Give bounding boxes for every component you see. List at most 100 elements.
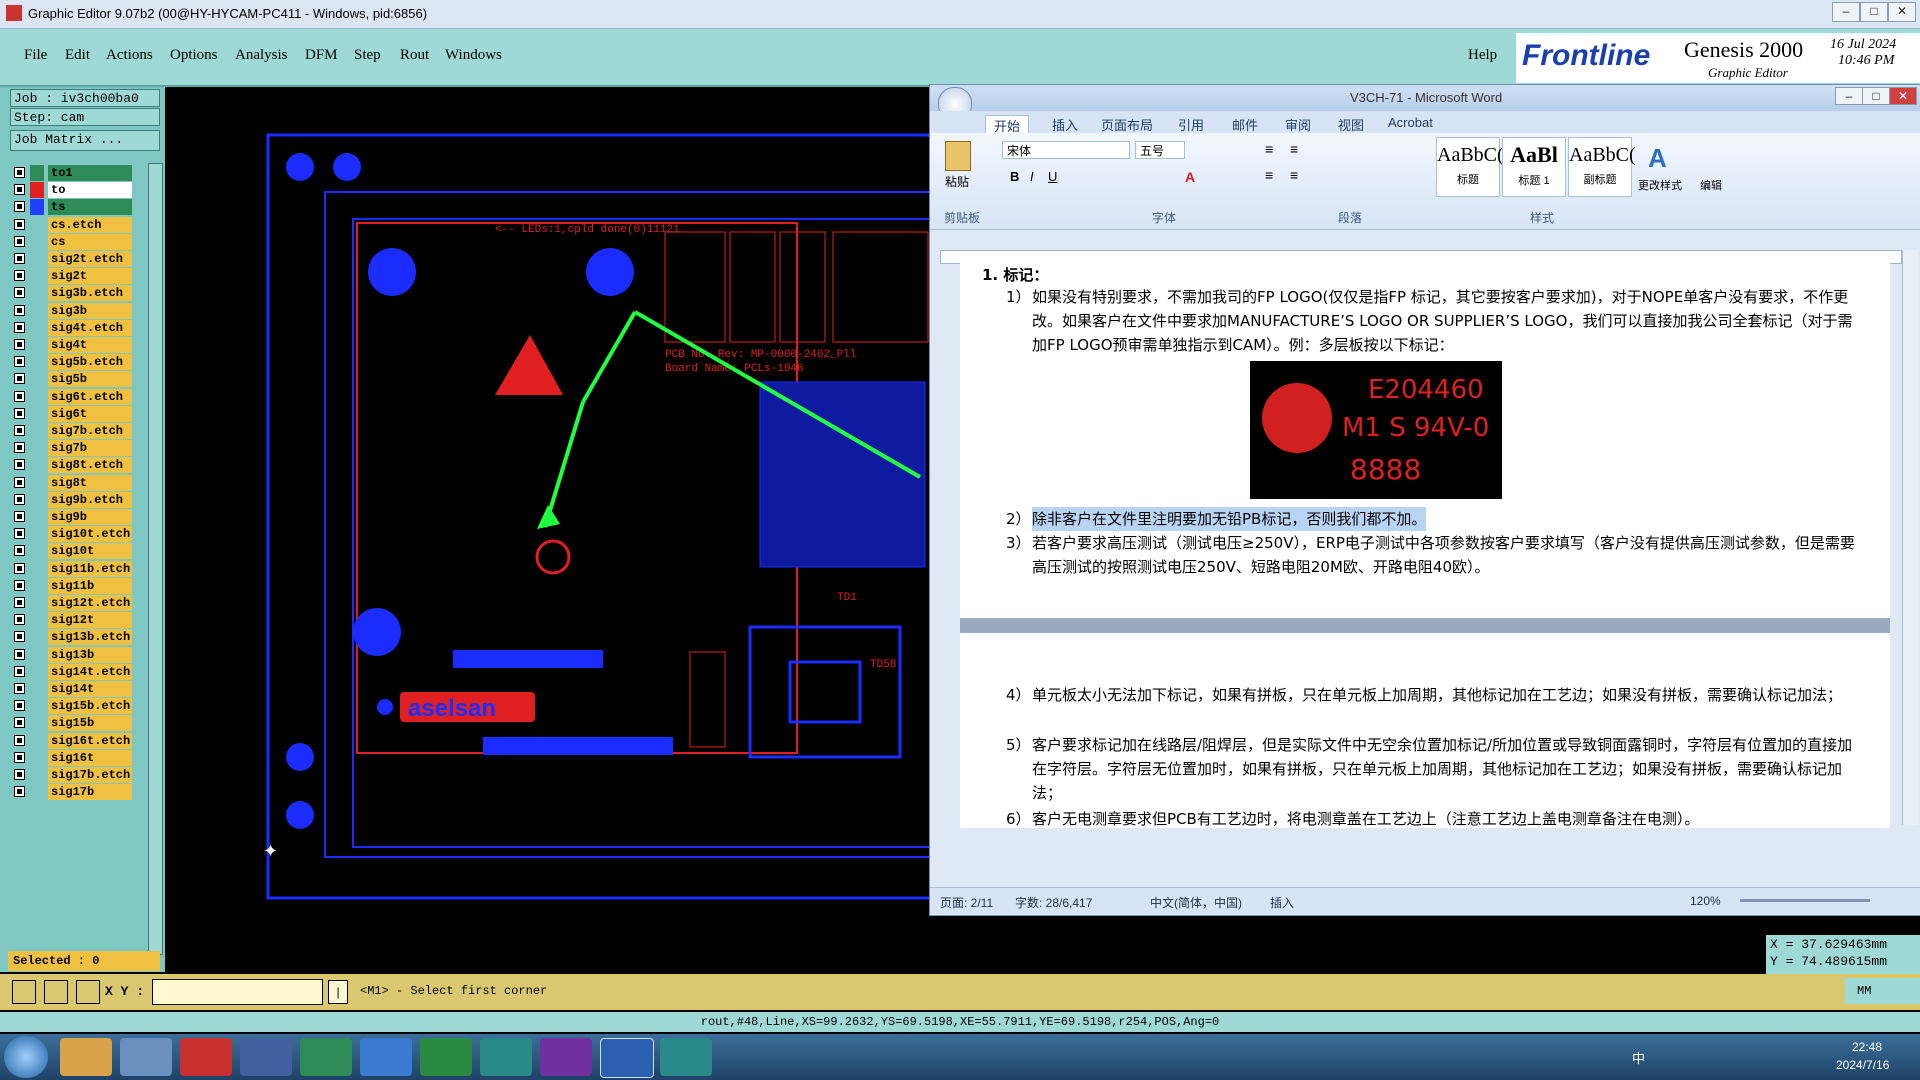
layer-row[interactable]: sig14t [12, 681, 132, 698]
layer-name[interactable]: sig7b [48, 440, 132, 457]
layer-checkbox[interactable] [14, 304, 25, 316]
layer-checkbox[interactable] [14, 545, 25, 557]
layer-checkbox[interactable] [14, 442, 25, 454]
layer-name[interactable]: sig11b [48, 577, 132, 594]
layer-name[interactable]: sig12t.etch [48, 595, 132, 611]
status-page[interactable]: 页面: 2/11 [940, 894, 993, 911]
taskbar-app-x[interactable] [540, 1038, 592, 1076]
taskbar-app-cam[interactable] [660, 1038, 712, 1076]
layer-checkbox[interactable] [14, 459, 25, 471]
layer-row[interactable]: sig17b.etch [12, 767, 132, 784]
underline-icon[interactable]: U [1048, 169, 1057, 184]
change-styles-label[interactable]: 更改样式 [1638, 177, 1682, 193]
taskbar-app-save[interactable] [240, 1038, 292, 1076]
layer-row[interactable]: sig16t [12, 749, 132, 767]
font-color-icon[interactable]: A [1185, 169, 1195, 185]
layer-name[interactable]: ts [48, 199, 132, 216]
layer-row[interactable]: sig5b.etch [12, 354, 132, 371]
close-button[interactable]: ✕ [1888, 2, 1916, 22]
paste-icon[interactable] [945, 141, 971, 171]
menu-windows[interactable]: Windows [445, 47, 502, 64]
style-heading1[interactable]: AaBl 标题 1 [1502, 137, 1566, 197]
layer-checkbox[interactable] [14, 218, 25, 230]
layer-checkbox[interactable] [14, 614, 25, 626]
layer-name[interactable]: to [48, 182, 132, 199]
tab-review[interactable]: 审阅 [1285, 115, 1311, 134]
layer-name[interactable]: sig9b [48, 509, 132, 525]
tab-home[interactable]: 开始 [985, 115, 1030, 135]
layer-name[interactable]: sig14t [48, 681, 132, 697]
tab-view[interactable]: 视图 [1338, 115, 1364, 134]
layer-row[interactable]: sig12t.etch [12, 595, 132, 612]
font-size-select[interactable]: 五号 [1135, 141, 1185, 159]
menu-edit[interactable]: Edit [65, 47, 90, 64]
layer-name[interactable]: sig15b [48, 715, 132, 732]
zoom-slider[interactable] [1740, 899, 1870, 902]
layer-checkbox[interactable] [14, 631, 25, 643]
tab-acrobat[interactable]: Acrobat [1388, 115, 1433, 130]
layer-checkbox[interactable] [14, 751, 25, 763]
layer-name[interactable]: to1 [48, 165, 132, 181]
layer-row[interactable]: sig4t [12, 337, 132, 354]
layer-checkbox[interactable] [14, 786, 25, 798]
vertical-scrollbar[interactable] [1902, 250, 1918, 825]
numbering-icon[interactable]: ≡ [1290, 141, 1298, 157]
layer-row[interactable]: to1 [12, 165, 132, 182]
layer-row[interactable]: sig2t.etch [12, 251, 132, 268]
layer-row[interactable]: to [12, 182, 132, 199]
layer-name[interactable]: sig12t [48, 612, 132, 629]
layer-row[interactable]: sig10t [12, 543, 132, 560]
menu-actions[interactable]: Actions [106, 47, 153, 64]
layer-checkbox[interactable] [14, 339, 25, 350]
layer-row[interactable]: cs [12, 233, 132, 251]
paste-label[interactable]: 粘贴 [945, 173, 969, 190]
taskbar-app-tool[interactable] [360, 1038, 412, 1076]
graphic-canvas[interactable]: aselsan <-- LEDs:1,cpld done(0)11121 PCB… [165, 87, 950, 972]
taskbar-app-viewer[interactable] [480, 1038, 532, 1076]
layer-checkbox[interactable] [14, 700, 25, 712]
layer-checkbox[interactable] [14, 683, 25, 694]
layer-name[interactable]: sig2t.etch [48, 251, 132, 267]
document-area[interactable]: 1. 标记： 1） 如果没有特别要求，不需加我司的FP LOGO(仅仅是指FP … [960, 263, 1890, 828]
layer-row[interactable]: sig2t [12, 268, 132, 285]
layer-name[interactable]: sig5b.etch [48, 354, 132, 371]
layer-checkbox[interactable] [14, 597, 25, 608]
layer-name[interactable]: sig17b [48, 784, 132, 801]
layer-row[interactable]: sig16t.etch [12, 732, 132, 750]
taskbar-app-excel[interactable] [420, 1038, 472, 1076]
taskbar-app-genesis[interactable] [300, 1038, 352, 1076]
layer-checkbox[interactable] [14, 287, 25, 299]
layer-checkbox[interactable] [14, 407, 25, 419]
tab-references[interactable]: 引用 [1178, 115, 1204, 134]
job-matrix-button[interactable]: Job Matrix ... [10, 130, 160, 151]
layer-checkbox[interactable] [14, 253, 25, 264]
edit-label[interactable]: 编辑 [1700, 177, 1722, 193]
layer-name[interactable]: sig4t.etch [48, 319, 132, 336]
xy-input[interactable] [152, 979, 323, 1005]
word-close-button[interactable]: ✕ [1889, 87, 1917, 105]
maximize-button[interactable]: □ [1860, 2, 1888, 22]
layer-row[interactable]: sig3b.etch [12, 285, 132, 302]
layer-checkbox[interactable] [14, 769, 25, 780]
layer-name[interactable]: sig3b.etch [48, 285, 132, 302]
layer-name[interactable]: sig4t [48, 337, 132, 353]
layer-checkbox[interactable] [14, 648, 25, 660]
layer-name[interactable]: sig7b.etch [48, 423, 132, 439]
layer-row[interactable]: sig5b [12, 371, 132, 388]
layer-name[interactable]: cs [48, 233, 132, 250]
word-maximize-button[interactable]: □ [1862, 87, 1890, 105]
layer-name[interactable]: sig5b [48, 371, 132, 388]
layer-row[interactable]: ts [12, 199, 132, 216]
layer-name[interactable]: sig6t [48, 405, 132, 422]
start-button[interactable] [4, 1036, 48, 1078]
layer-row[interactable]: sig6t.etch [12, 388, 132, 406]
menu-step[interactable]: Step [354, 47, 381, 64]
status-mode[interactable]: 插入 [1270, 894, 1294, 911]
layer-checkbox[interactable] [14, 511, 25, 522]
layer-row[interactable]: sig11b [12, 577, 132, 595]
word-minimize-button[interactable]: – [1835, 87, 1863, 105]
layer-checkbox[interactable] [14, 390, 25, 402]
layer-name[interactable]: sig15b.etch [48, 698, 132, 715]
layer-checkbox[interactable] [14, 321, 25, 333]
layer-row[interactable]: sig11b.etch [12, 560, 132, 578]
